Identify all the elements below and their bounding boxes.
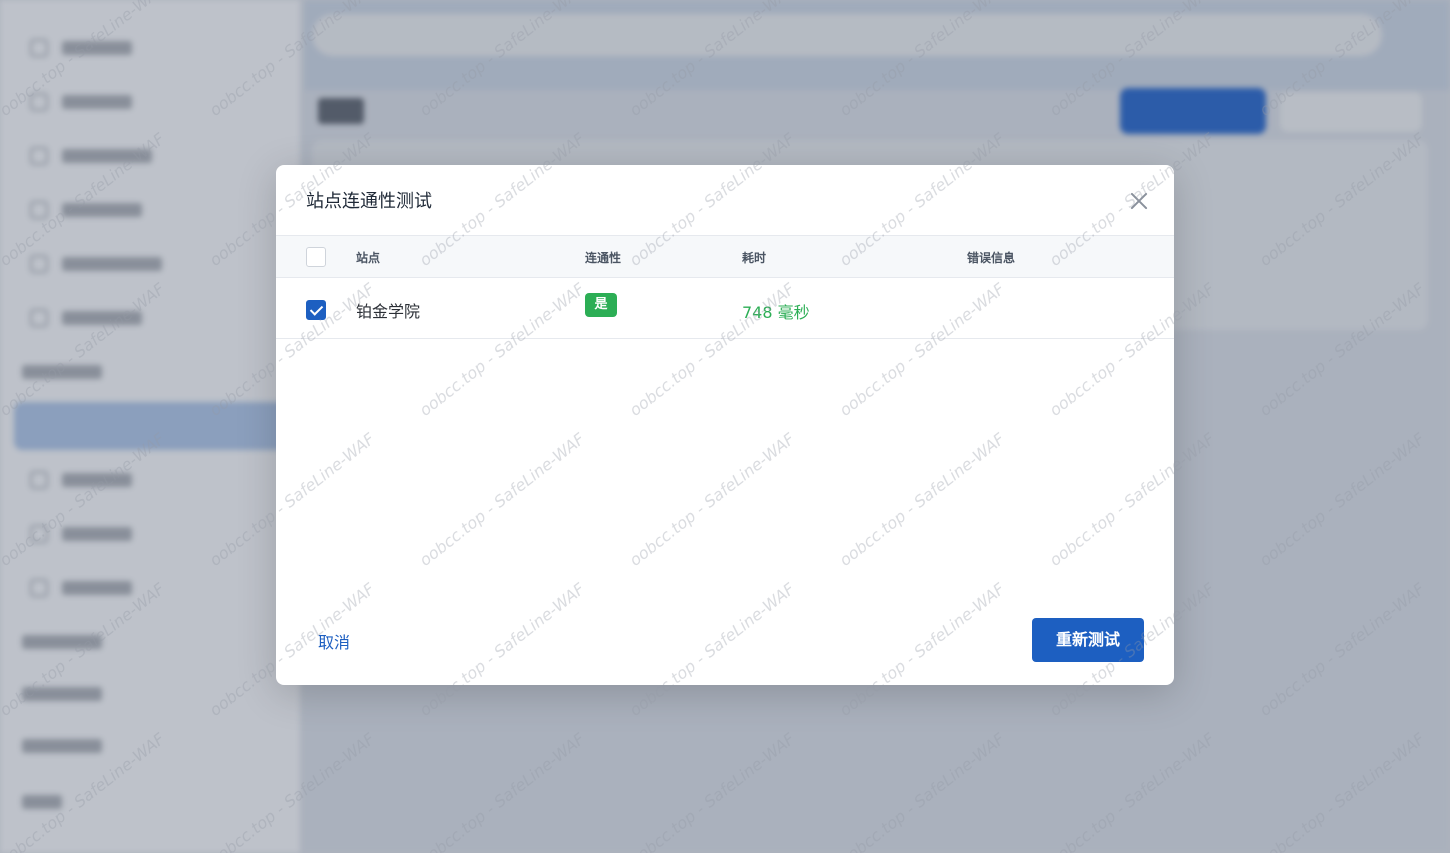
column-header-connectivity: 连通性: [585, 251, 622, 265]
dialog-title: 站点连通性测试: [306, 191, 432, 212]
connectivity-status-badge: 是: [585, 293, 617, 317]
connectivity-test-dialog: 站点连通性测试 站点 连通性 耗时 错误信息 铂金学院 是 748 毫秒 取消 …: [276, 165, 1174, 685]
cancel-button[interactable]: 取消: [318, 629, 350, 653]
select-all-checkbox[interactable]: [306, 247, 326, 267]
column-header-error: 错误信息: [967, 251, 1016, 265]
close-icon[interactable]: [1128, 190, 1150, 212]
row-checkbox[interactable]: [306, 300, 326, 320]
column-header-duration: 耗时: [742, 251, 767, 265]
table-row[interactable]: 铂金学院 是 748 毫秒: [276, 278, 1174, 339]
table-header: 站点 连通性 耗时 错误信息: [276, 235, 1174, 278]
site-name: 铂金学院: [356, 302, 421, 321]
duration-value: 748 毫秒: [742, 303, 810, 322]
column-header-site: 站点: [356, 251, 381, 265]
dialog-header: 站点连通性测试: [276, 165, 1174, 235]
retest-button[interactable]: 重新测试: [1032, 618, 1144, 662]
